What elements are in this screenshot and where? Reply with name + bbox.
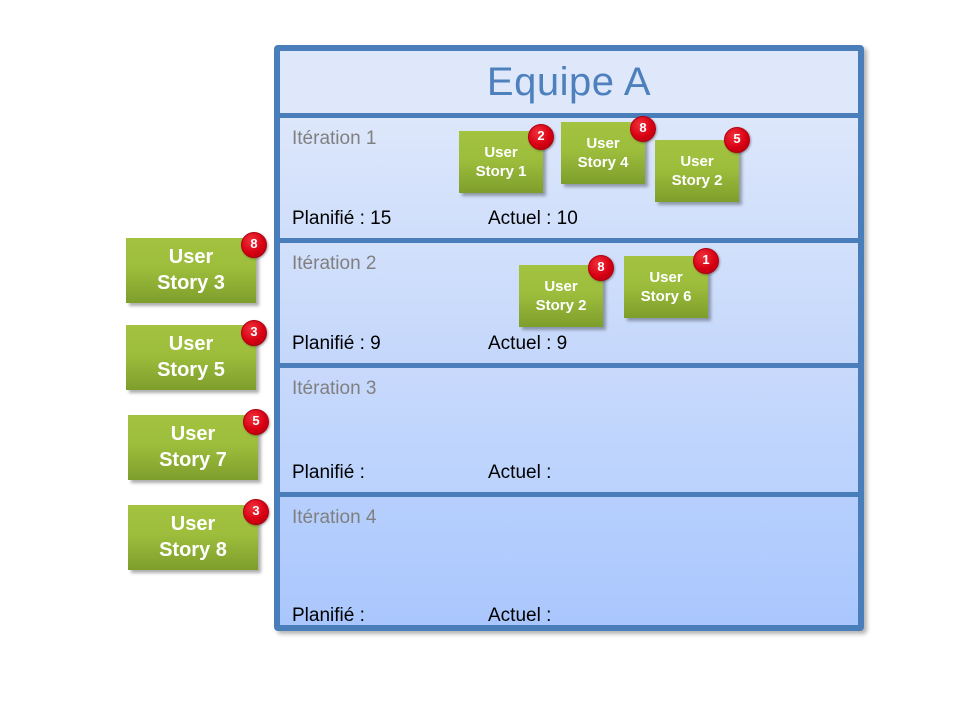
story-points-badge[interactable]: 8 bbox=[241, 232, 267, 258]
planned-value: Planifié : 15 bbox=[292, 208, 392, 229]
story-points-badge[interactable]: 8 bbox=[630, 116, 656, 142]
story-line-2: Story 4 bbox=[577, 154, 629, 171]
iteration-label: Itération 2 bbox=[292, 253, 377, 274]
story-line-2: Story 8 bbox=[159, 538, 227, 561]
iteration-row-1[interactable]: Itération 1 User Story 1 2 User Story 4 … bbox=[280, 116, 858, 243]
story-points-badge[interactable]: 5 bbox=[724, 127, 750, 153]
story-line-1: User bbox=[544, 277, 578, 295]
story-line-1: User bbox=[649, 268, 683, 286]
story-line-1: User bbox=[586, 134, 620, 152]
board-header: Equipe A bbox=[280, 51, 858, 118]
story-line-1: User bbox=[680, 152, 714, 170]
page-title: Equipe A bbox=[486, 60, 652, 104]
planned-value: Planifié : bbox=[292, 605, 365, 626]
iteration-metrics: Planifié : Actuel : bbox=[292, 605, 847, 626]
story-line-1: User bbox=[170, 422, 216, 445]
iteration-label: Itération 1 bbox=[292, 128, 377, 149]
story-line-1: User bbox=[484, 143, 518, 161]
backlog-story-card[interactable]: User Story 8 bbox=[128, 505, 258, 570]
story-points-badge[interactable]: 3 bbox=[241, 320, 267, 346]
iteration-label: Itération 4 bbox=[292, 507, 377, 528]
iteration-metrics: Planifié : Actuel : bbox=[292, 462, 847, 484]
iteration-row-2[interactable]: Itération 2 User Story 2 8 User Story 6 … bbox=[280, 243, 858, 368]
actual-value: Actuel : 9 bbox=[488, 333, 568, 354]
iteration-row-3[interactable]: Itération 3 Planifié : Actuel : bbox=[280, 368, 858, 497]
story-line-1: User bbox=[170, 512, 216, 535]
story-line-1: User bbox=[168, 245, 214, 268]
planned-value: Planifié : 9 bbox=[292, 333, 381, 354]
iteration-label: Itération 3 bbox=[292, 378, 377, 399]
team-board: Equipe A Itération 1 User Story 1 2 User… bbox=[274, 45, 864, 631]
backlog-story-card[interactable]: User Story 7 bbox=[128, 415, 258, 480]
story-line-2: Story 5 bbox=[157, 358, 225, 381]
story-line-2: Story 7 bbox=[159, 448, 227, 471]
backlog-story-card[interactable]: User Story 3 bbox=[126, 238, 256, 303]
iteration-metrics: Planifié : 9 Actuel : 9 bbox=[292, 333, 847, 355]
story-line-2: Story 1 bbox=[475, 163, 527, 180]
story-line-2: Story 2 bbox=[671, 172, 723, 189]
story-line-2: Story 2 bbox=[535, 297, 587, 314]
story-line-2: Story 3 bbox=[157, 271, 225, 294]
story-points-badge[interactable]: 5 bbox=[243, 409, 269, 435]
actual-value: Actuel : bbox=[488, 462, 552, 483]
planned-value: Planifié : bbox=[292, 462, 365, 483]
iteration-row-4[interactable]: Itération 4 Planifié : Actuel : bbox=[280, 497, 858, 626]
actual-value: Actuel : 10 bbox=[488, 208, 578, 229]
story-points-badge[interactable]: 3 bbox=[243, 499, 269, 525]
actual-value: Actuel : bbox=[488, 605, 552, 626]
story-points-badge[interactable]: 8 bbox=[588, 255, 614, 281]
iteration-story-card[interactable]: User Story 2 bbox=[655, 140, 739, 202]
story-points-badge[interactable]: 1 bbox=[693, 248, 719, 274]
story-line-1: User bbox=[168, 332, 214, 355]
story-line-2: Story 6 bbox=[640, 288, 692, 305]
iteration-metrics: Planifié : 15 Actuel : 10 bbox=[292, 208, 847, 230]
backlog-story-card[interactable]: User Story 5 bbox=[126, 325, 256, 390]
story-points-badge[interactable]: 2 bbox=[528, 124, 554, 150]
